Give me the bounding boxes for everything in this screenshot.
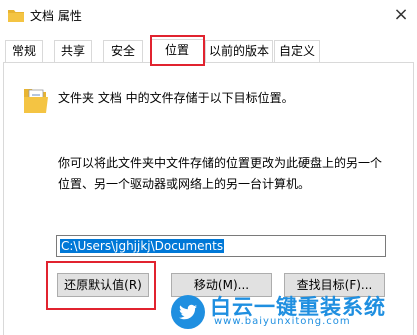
folder-icon — [8, 10, 24, 22]
watermark-url: www.baiyunxitong.com — [214, 316, 351, 327]
info-text-line-2: 位置、另一个驱动器或网络上的另一台计算机。 — [58, 177, 311, 191]
tab-previous-versions[interactable]: 以前的版本 — [205, 40, 273, 62]
properties-dialog: 文档 属性 × 常规 共享 安全 位置 以前的版本 自定义 文件夹 文档 中的文… — [0, 0, 417, 335]
folder-document-icon — [24, 89, 48, 113]
tab-customize[interactable]: 自定义 — [274, 40, 320, 62]
tab-general[interactable]: 常规 — [5, 40, 43, 62]
twitter-bird-icon — [171, 295, 205, 329]
button-highlight-box — [46, 261, 156, 310]
location-description: 文件夹 文档 中的文件存储于以下目标位置。 — [58, 91, 294, 105]
info-text-line-1: 你可以将此文件夹中文件存储的位置更改为此硬盘上的另一个 — [58, 156, 383, 170]
tab-sharing[interactable]: 共享 — [54, 40, 92, 62]
path-input[interactable]: C:\Users\jghjjkj\Documents — [56, 235, 386, 257]
tab-security[interactable]: 安全 — [103, 40, 143, 62]
window-title: 文档 属性 — [30, 9, 82, 23]
title-bar: 文档 属性 × — [0, 0, 417, 32]
close-button[interactable]: × — [388, 3, 414, 27]
tab-strip: 常规 共享 安全 位置 以前的版本 自定义 — [0, 39, 417, 63]
path-selected-text: C:\Users\jghjjkj\Documents — [60, 239, 225, 253]
tab-highlight-box — [150, 35, 205, 66]
